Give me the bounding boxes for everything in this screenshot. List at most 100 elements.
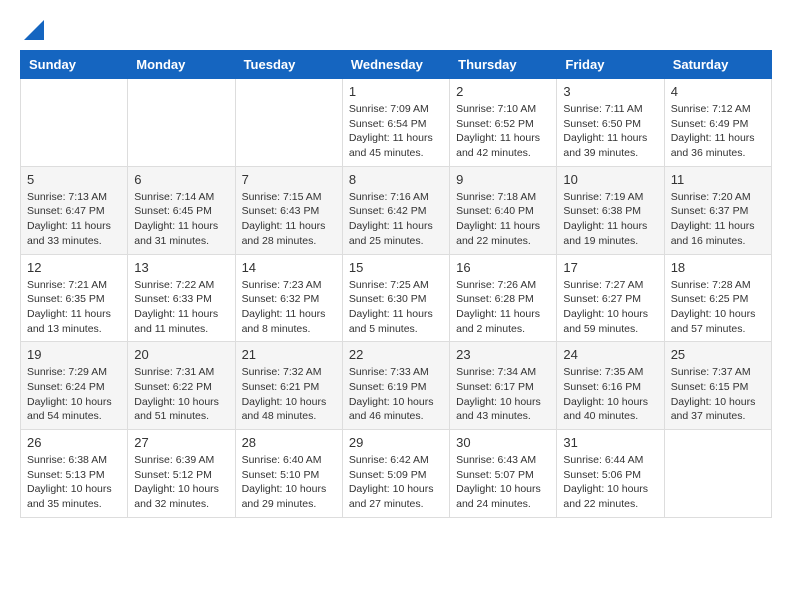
day-info: Sunrise: 7:22 AM Sunset: 6:33 PM Dayligh…	[134, 278, 228, 337]
logo-icon	[24, 20, 44, 40]
calendar-cell: 7 Sunrise: 7:15 AM Sunset: 6:43 PM Daylig…	[235, 166, 342, 254]
day-number: 10	[563, 172, 657, 187]
calendar-cell: 25 Sunrise: 7:37 AM Sunset: 6:15 PM Dayli…	[664, 342, 771, 430]
day-info: Sunrise: 7:09 AM Sunset: 6:54 PM Dayligh…	[349, 102, 443, 161]
day-info: Sunrise: 7:10 AM Sunset: 6:52 PM Dayligh…	[456, 102, 550, 161]
day-number: 11	[671, 172, 765, 187]
day-info: Sunrise: 7:29 AM Sunset: 6:24 PM Dayligh…	[27, 365, 121, 424]
day-info: Sunrise: 7:26 AM Sunset: 6:28 PM Dayligh…	[456, 278, 550, 337]
day-info: Sunrise: 7:18 AM Sunset: 6:40 PM Dayligh…	[456, 190, 550, 249]
day-number: 2	[456, 84, 550, 99]
day-info: Sunrise: 7:28 AM Sunset: 6:25 PM Dayligh…	[671, 278, 765, 337]
day-info: Sunrise: 7:34 AM Sunset: 6:17 PM Dayligh…	[456, 365, 550, 424]
day-number: 25	[671, 347, 765, 362]
col-header-wednesday: Wednesday	[342, 51, 449, 79]
day-info: Sunrise: 7:19 AM Sunset: 6:38 PM Dayligh…	[563, 190, 657, 249]
calendar-cell: 18 Sunrise: 7:28 AM Sunset: 6:25 PM Dayli…	[664, 254, 771, 342]
day-number: 4	[671, 84, 765, 99]
col-header-tuesday: Tuesday	[235, 51, 342, 79]
calendar-week-row: 5 Sunrise: 7:13 AM Sunset: 6:47 PM Daylig…	[21, 166, 772, 254]
calendar-week-row: 12 Sunrise: 7:21 AM Sunset: 6:35 PM Dayli…	[21, 254, 772, 342]
day-number: 7	[242, 172, 336, 187]
day-info: Sunrise: 7:16 AM Sunset: 6:42 PM Dayligh…	[349, 190, 443, 249]
calendar-cell: 29Sunrise: 6:42 AM Sunset: 5:09 PM Dayli…	[342, 430, 449, 518]
day-number: 3	[563, 84, 657, 99]
day-info: Sunrise: 7:12 AM Sunset: 6:49 PM Dayligh…	[671, 102, 765, 161]
col-header-thursday: Thursday	[450, 51, 557, 79]
calendar-cell: 5 Sunrise: 7:13 AM Sunset: 6:47 PM Daylig…	[21, 166, 128, 254]
calendar-week-row: 1 Sunrise: 7:09 AM Sunset: 6:54 PM Daylig…	[21, 79, 772, 167]
day-number: 22	[349, 347, 443, 362]
day-number: 16	[456, 260, 550, 275]
calendar-cell: 16 Sunrise: 7:26 AM Sunset: 6:28 PM Dayli…	[450, 254, 557, 342]
day-number: 5	[27, 172, 121, 187]
day-info: Sunrise: 7:23 AM Sunset: 6:32 PM Dayligh…	[242, 278, 336, 337]
col-header-friday: Friday	[557, 51, 664, 79]
calendar-cell: 10 Sunrise: 7:19 AM Sunset: 6:38 PM Dayli…	[557, 166, 664, 254]
day-info: Sunrise: 7:20 AM Sunset: 6:37 PM Dayligh…	[671, 190, 765, 249]
day-info: Sunrise: 7:33 AM Sunset: 6:19 PM Dayligh…	[349, 365, 443, 424]
day-number: 21	[242, 347, 336, 362]
calendar-cell: 20Sunrise: 7:31 AM Sunset: 6:22 PM Dayli…	[128, 342, 235, 430]
day-info: Sunrise: 6:40 AM Sunset: 5:10 PM Dayligh…	[242, 453, 336, 512]
day-number: 29	[349, 435, 443, 450]
day-info: Sunrise: 6:44 AM Sunset: 5:06 PM Dayligh…	[563, 453, 657, 512]
calendar-cell: 19 Sunrise: 7:29 AM Sunset: 6:24 PM Dayli…	[21, 342, 128, 430]
calendar-week-row: 19 Sunrise: 7:29 AM Sunset: 6:24 PM Dayli…	[21, 342, 772, 430]
day-number: 12	[27, 260, 121, 275]
day-number: 28	[242, 435, 336, 450]
col-header-sunday: Sunday	[21, 51, 128, 79]
day-number: 1	[349, 84, 443, 99]
calendar-cell: 2 Sunrise: 7:10 AM Sunset: 6:52 PM Daylig…	[450, 79, 557, 167]
calendar-cell: 13Sunrise: 7:22 AM Sunset: 6:33 PM Dayli…	[128, 254, 235, 342]
calendar-cell: 31 Sunrise: 6:44 AM Sunset: 5:06 PM Dayli…	[557, 430, 664, 518]
day-number: 18	[671, 260, 765, 275]
calendar-cell: 9 Sunrise: 7:18 AM Sunset: 6:40 PM Daylig…	[450, 166, 557, 254]
day-info: Sunrise: 7:14 AM Sunset: 6:45 PM Dayligh…	[134, 190, 228, 249]
day-number: 8	[349, 172, 443, 187]
day-number: 15	[349, 260, 443, 275]
calendar-cell: 1 Sunrise: 7:09 AM Sunset: 6:54 PM Daylig…	[342, 79, 449, 167]
day-info: Sunrise: 6:43 AM Sunset: 5:07 PM Dayligh…	[456, 453, 550, 512]
calendar-cell: 15 Sunrise: 7:25 AM Sunset: 6:30 PM Dayli…	[342, 254, 449, 342]
day-number: 27	[134, 435, 228, 450]
day-info: Sunrise: 7:15 AM Sunset: 6:43 PM Dayligh…	[242, 190, 336, 249]
calendar-cell: 22 Sunrise: 7:33 AM Sunset: 6:19 PM Dayli…	[342, 342, 449, 430]
day-info: Sunrise: 7:32 AM Sunset: 6:21 PM Dayligh…	[242, 365, 336, 424]
day-info: Sunrise: 7:37 AM Sunset: 6:15 PM Dayligh…	[671, 365, 765, 424]
calendar-cell	[128, 79, 235, 167]
col-header-saturday: Saturday	[664, 51, 771, 79]
calendar-cell: 12 Sunrise: 7:21 AM Sunset: 6:35 PM Dayli…	[21, 254, 128, 342]
day-number: 31	[563, 435, 657, 450]
calendar-cell	[235, 79, 342, 167]
day-number: 30	[456, 435, 550, 450]
day-number: 26	[27, 435, 121, 450]
day-info: Sunrise: 7:31 AM Sunset: 6:22 PM Dayligh…	[134, 365, 228, 424]
day-info: Sunrise: 7:25 AM Sunset: 6:30 PM Dayligh…	[349, 278, 443, 337]
header	[20, 20, 772, 40]
day-info: Sunrise: 7:35 AM Sunset: 6:16 PM Dayligh…	[563, 365, 657, 424]
calendar-cell	[21, 79, 128, 167]
calendar-cell: 28 Sunrise: 6:40 AM Sunset: 5:10 PM Dayli…	[235, 430, 342, 518]
calendar-cell: 21 Sunrise: 7:32 AM Sunset: 6:21 PM Dayli…	[235, 342, 342, 430]
calendar-cell: 14Sunrise: 7:23 AM Sunset: 6:32 PM Dayli…	[235, 254, 342, 342]
calendar-cell: 3Sunrise: 7:11 AM Sunset: 6:50 PM Daylig…	[557, 79, 664, 167]
calendar-cell: 24Sunrise: 7:35 AM Sunset: 6:16 PM Dayli…	[557, 342, 664, 430]
day-number: 23	[456, 347, 550, 362]
calendar-week-row: 26Sunrise: 6:38 AM Sunset: 5:13 PM Dayli…	[21, 430, 772, 518]
day-number: 17	[563, 260, 657, 275]
calendar-cell: 11 Sunrise: 7:20 AM Sunset: 6:37 PM Dayli…	[664, 166, 771, 254]
calendar-cell: 17Sunrise: 7:27 AM Sunset: 6:27 PM Dayli…	[557, 254, 664, 342]
day-number: 19	[27, 347, 121, 362]
day-number: 6	[134, 172, 228, 187]
day-info: Sunrise: 7:13 AM Sunset: 6:47 PM Dayligh…	[27, 190, 121, 249]
calendar-header-row: SundayMondayTuesdayWednesdayThursdayFrid…	[21, 51, 772, 79]
day-info: Sunrise: 7:21 AM Sunset: 6:35 PM Dayligh…	[27, 278, 121, 337]
day-number: 9	[456, 172, 550, 187]
calendar-cell	[664, 430, 771, 518]
logo	[20, 20, 44, 40]
calendar: SundayMondayTuesdayWednesdayThursdayFrid…	[20, 50, 772, 518]
calendar-cell: 27 Sunrise: 6:39 AM Sunset: 5:12 PM Dayli…	[128, 430, 235, 518]
day-info: Sunrise: 6:39 AM Sunset: 5:12 PM Dayligh…	[134, 453, 228, 512]
calendar-cell: 23 Sunrise: 7:34 AM Sunset: 6:17 PM Dayli…	[450, 342, 557, 430]
